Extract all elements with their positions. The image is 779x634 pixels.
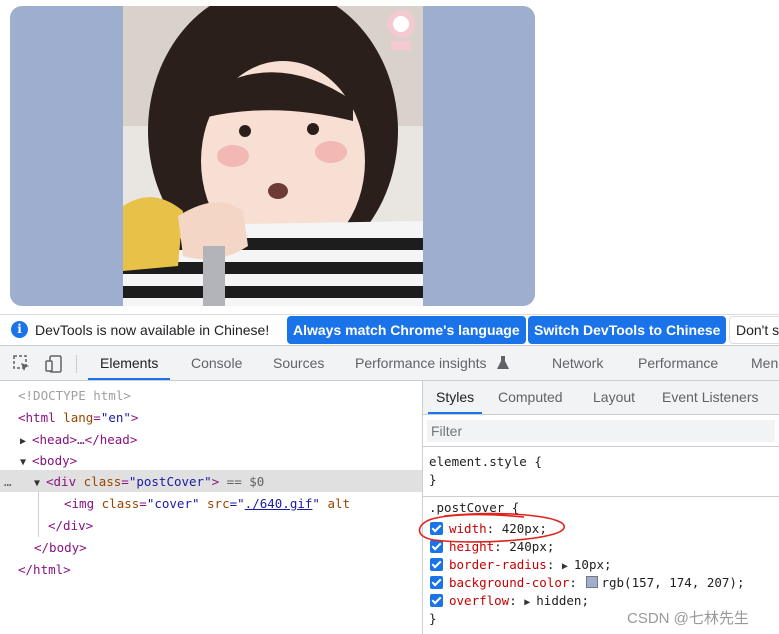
notice-text: DevTools is now available in Chinese!: [35, 322, 270, 338]
dom-node-div-postcover[interactable]: … ▼ <div class="postCover"> == $0: [4, 471, 264, 492]
annotation-circle: [418, 512, 565, 543]
switch-to-chinese-button[interactable]: Switch DevTools to Chinese: [528, 316, 727, 344]
src-link[interactable]: ./640.gif: [245, 496, 313, 511]
dom-node-body[interactable]: ▼ <body>: [20, 450, 77, 471]
styles-sidebar: Styles Computed Layout Event Listeners e…: [423, 381, 779, 634]
color-swatch-icon[interactable]: [586, 576, 599, 588]
tab-network[interactable]: Network: [552, 346, 603, 380]
postcover-rule-close: }: [429, 611, 437, 626]
declaration-border-radius[interactable]: border-radius: ▶ 10px;: [430, 556, 612, 574]
dom-node-html-close[interactable]: </html>: [18, 559, 71, 580]
device-toolbar-icon[interactable]: [44, 354, 64, 374]
tab-elements[interactable]: Elements: [88, 346, 171, 380]
match-language-button[interactable]: Always match Chrome's language: [287, 316, 526, 344]
subtab-styles[interactable]: Styles: [428, 381, 483, 414]
tree-guide-line: [38, 491, 39, 537]
subtab-computed[interactable]: Computed: [498, 381, 563, 414]
dom-node-doctype[interactable]: <!DOCTYPE html>: [18, 385, 131, 406]
dom-node-body-close[interactable]: </body>: [34, 537, 87, 558]
tab-sources[interactable]: Sources: [273, 346, 324, 380]
toggle-checkbox[interactable]: [430, 576, 443, 589]
dom-node-img-cover[interactable]: <img class="cover" src="./640.gif" alt: [64, 493, 350, 514]
elements-dom-tree: <!DOCTYPE html> <html lang="en"> ▶ <head>…: [0, 381, 422, 634]
expand-arrow-icon[interactable]: ▶: [524, 594, 536, 612]
dont-show-button[interactable]: Don't s: [729, 316, 779, 344]
toggle-checkbox[interactable]: [430, 558, 443, 571]
subtab-layout[interactable]: Layout: [593, 381, 635, 414]
styles-filter-input[interactable]: [427, 420, 775, 442]
tab-console[interactable]: Console: [191, 346, 242, 380]
dom-node-html[interactable]: <html lang="en">: [18, 407, 138, 428]
declaration-background-color[interactable]: background-color: rgb(157, 174, 207);: [430, 574, 744, 592]
styles-filter-bar: [423, 415, 779, 447]
watermark: CSDN @七林先生: [627, 610, 749, 627]
inspect-element-icon[interactable]: [12, 354, 32, 374]
cover-image: [123, 6, 423, 306]
tab-performance[interactable]: Performance: [638, 346, 718, 380]
more-actions-icon[interactable]: …: [4, 471, 34, 492]
element-style-close: }: [429, 472, 437, 487]
language-notice-bar: i DevTools is now available in Chinese! …: [0, 314, 779, 346]
tab-memory[interactable]: Men: [751, 346, 778, 380]
post-cover: [10, 6, 535, 306]
declaration-overflow[interactable]: overflow: ▶ hidden;: [430, 592, 589, 610]
styles-subtab-bar: Styles Computed Layout Event Listeners: [423, 381, 779, 415]
tab-performance-insights[interactable]: Performance insights: [355, 346, 487, 380]
page-viewport: [0, 0, 779, 314]
dom-node-div-close[interactable]: </div>: [48, 515, 93, 536]
element-style-selector[interactable]: element.style {: [429, 453, 542, 471]
collapse-arrow-icon[interactable]: ▼: [20, 452, 32, 473]
rule-separator: [423, 496, 779, 497]
toolbar-divider: [76, 355, 77, 373]
devtools-tab-bar: Elements Console Sources Performance ins…: [0, 345, 779, 381]
subtab-event-listeners[interactable]: Event Listeners: [662, 381, 759, 414]
collapse-arrow-icon[interactable]: ▼: [34, 473, 46, 494]
dom-node-head[interactable]: ▶ <head>…</head>: [20, 429, 137, 450]
experiment-flask-icon: [496, 355, 510, 371]
expand-arrow-icon[interactable]: ▶: [20, 431, 32, 452]
info-icon: i: [11, 321, 28, 338]
toggle-checkbox[interactable]: [430, 594, 443, 607]
